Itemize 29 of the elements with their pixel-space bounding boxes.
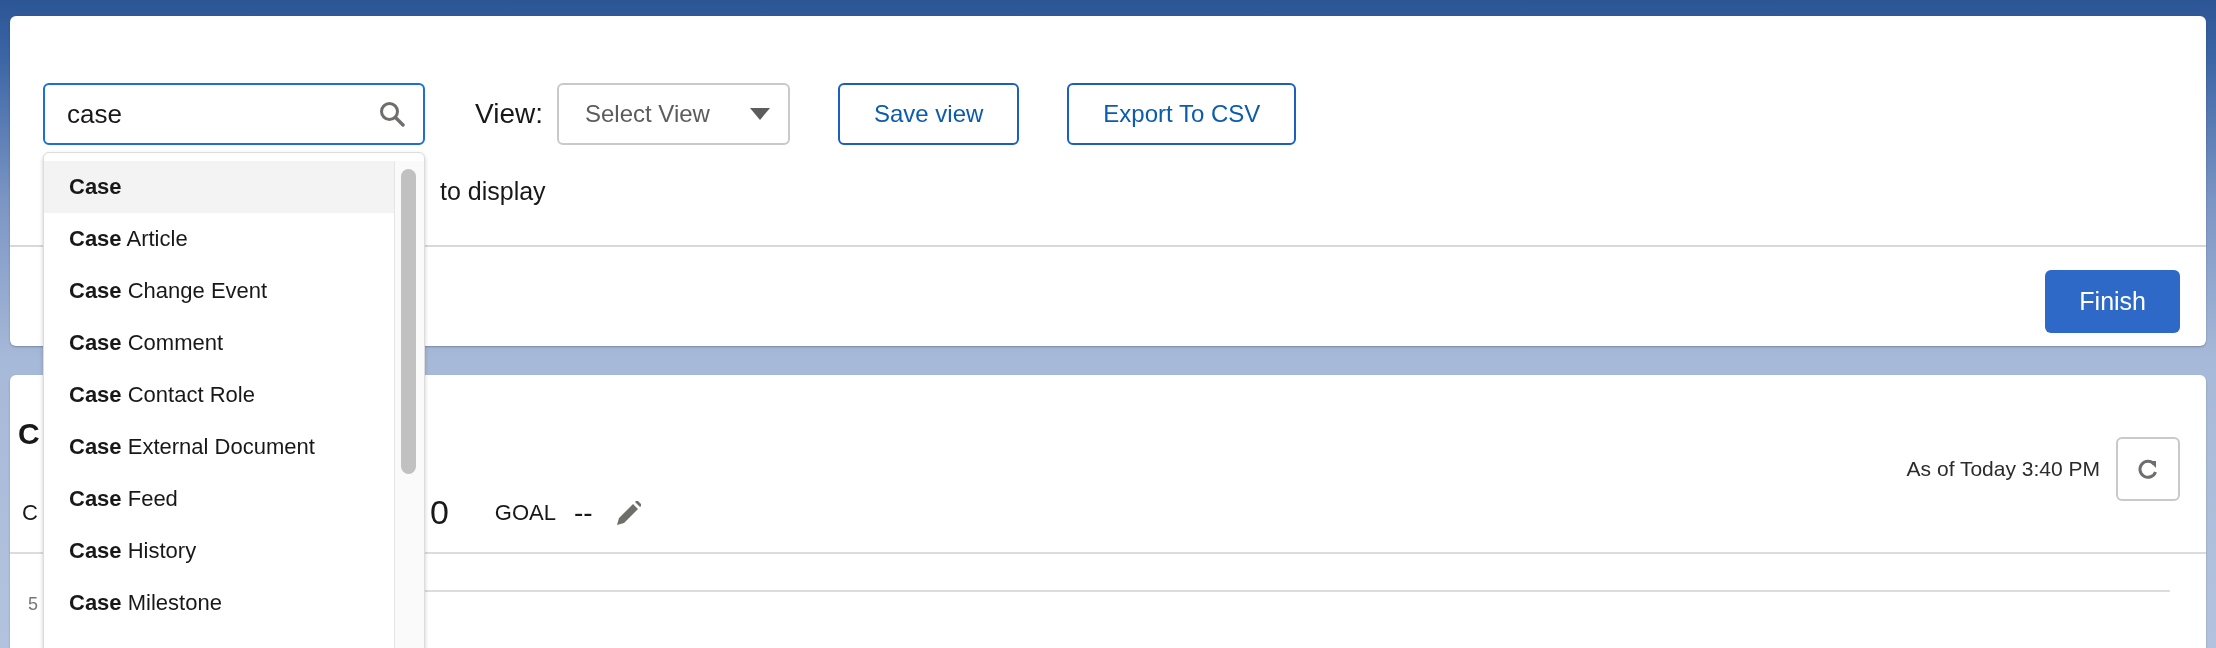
dropdown-item[interactable]: Case <box>44 161 394 213</box>
dropdown-item[interactable]: Case Comment <box>44 317 394 369</box>
dropdown-item[interactable]: Case Feed <box>44 473 394 525</box>
caret-icon <box>749 108 770 120</box>
dropdown-item[interactable]: Case History <box>44 525 394 577</box>
refresh-button[interactable] <box>2116 437 2180 501</box>
dropdown-item[interactable]: Case Article <box>44 213 394 265</box>
view-select[interactable]: Select View <box>556 83 790 145</box>
metric-label: C <box>22 499 38 526</box>
dropdown-item[interactable]: Case Milestone <box>44 577 394 629</box>
goal-value: -- <box>573 496 593 529</box>
finish-button[interactable]: Finish <box>2045 270 2180 333</box>
info-text: to display <box>440 177 546 205</box>
view-label: View: <box>475 98 543 130</box>
search-field[interactable]: case <box>43 83 425 145</box>
save-view-button[interactable]: Save view <box>837 83 1020 145</box>
search-icon <box>379 101 405 127</box>
dropdown-item[interactable]: Case External Document <box>44 421 394 473</box>
goal-label: GOAL <box>494 499 556 526</box>
as-of-text: As of Today 3:40 PM <box>1906 457 2100 481</box>
metric-value: 0 <box>429 493 449 532</box>
pencil-icon[interactable] <box>616 500 641 525</box>
export-csv-button[interactable]: Export To CSV <box>1067 83 1297 145</box>
dropdown-item[interactable]: Case Change Event <box>44 265 394 317</box>
report-title: C <box>18 417 40 452</box>
refresh-icon <box>2136 457 2160 481</box>
axis-tick: 5 <box>28 594 38 615</box>
dropdown-item[interactable]: Case Contact Role <box>44 369 394 421</box>
scrollbar-thumb[interactable] <box>401 169 416 474</box>
